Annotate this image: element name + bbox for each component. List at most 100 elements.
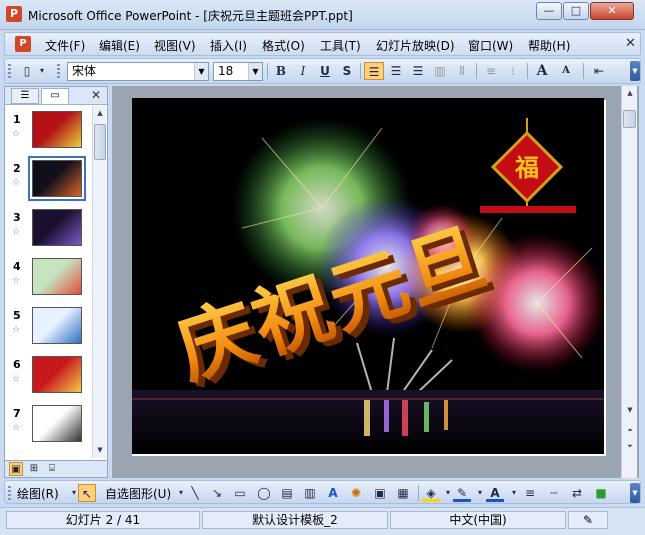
diagram-icon[interactable]: ✺ bbox=[347, 484, 365, 502]
current-slide[interactable]: 庆祝元旦 庆祝元旦 福 bbox=[132, 98, 604, 454]
slide-scrollbar[interactable]: ▲ ▼ ⏶ ⏷ bbox=[621, 86, 637, 478]
text-shadow-button[interactable]: S bbox=[337, 62, 357, 80]
align-center-icon[interactable]: ☰ bbox=[386, 62, 406, 80]
transition-star-icon: ☆ bbox=[12, 276, 21, 286]
toolbar-options-icon[interactable]: ▾ bbox=[37, 62, 47, 80]
view-buttons: ▣ ⊞ ⌸ bbox=[4, 460, 108, 478]
scroll-thumb[interactable] bbox=[94, 124, 106, 160]
slide-thumbnail[interactable] bbox=[32, 111, 82, 148]
chevron-down-icon[interactable]: ▼ bbox=[248, 63, 262, 80]
slide-sorter-view-icon[interactable]: ⊞ bbox=[27, 462, 41, 476]
decrease-indent-icon[interactable]: ⇤ bbox=[589, 62, 609, 80]
align-left-icon[interactable]: ☰ bbox=[364, 62, 384, 80]
decrease-font-size-button[interactable]: A bbox=[556, 62, 576, 80]
menu-edit[interactable]: 编辑(E) bbox=[99, 37, 140, 54]
menu-help[interactable]: 帮助(H) bbox=[528, 37, 570, 54]
toolbar-grip[interactable] bbox=[8, 64, 11, 80]
distribute-icon[interactable]: ▥ bbox=[430, 62, 450, 80]
toolbar-grip-2[interactable] bbox=[57, 64, 60, 80]
slideshow-view-icon[interactable]: ⌸ bbox=[45, 462, 59, 476]
font-size-select[interactable]: 18 ▼ bbox=[213, 62, 263, 81]
slide-thumbnail-row[interactable]: 4 ☆ bbox=[5, 256, 93, 300]
menu-insert[interactable]: 插入(I) bbox=[210, 37, 247, 54]
shadow-style-icon[interactable]: ■ bbox=[592, 484, 610, 502]
slide-thumbnail[interactable] bbox=[32, 307, 82, 344]
slide-number: 2 bbox=[13, 162, 21, 175]
slide-thumbnail[interactable] bbox=[32, 356, 82, 393]
slide-thumbnail-row[interactable]: 1 ☆ bbox=[5, 109, 93, 153]
insert-picture-icon[interactable]: ▦ bbox=[394, 484, 412, 502]
document-close-icon[interactable]: ✕ bbox=[625, 36, 636, 51]
slide-thumbnail[interactable] bbox=[32, 405, 82, 442]
bulleted-list-icon[interactable]: ⁝ bbox=[503, 62, 523, 80]
slide-thumbnail-row[interactable]: 3 ☆ bbox=[5, 207, 93, 251]
slide-thumbnail[interactable] bbox=[32, 258, 82, 295]
scroll-thumb[interactable] bbox=[623, 110, 636, 128]
rectangle-tool-icon[interactable]: ▭ bbox=[231, 484, 249, 502]
wordart-icon[interactable]: A bbox=[324, 484, 342, 502]
pane-close-icon[interactable]: ✕ bbox=[91, 88, 101, 102]
powerpoint-app-icon: P bbox=[6, 6, 22, 22]
bold-button[interactable]: B bbox=[271, 62, 291, 80]
normal-view-icon[interactable]: ▣ bbox=[9, 462, 23, 476]
next-slide-icon[interactable]: ⏷ bbox=[624, 440, 636, 452]
autoshapes-menu-button[interactable]: 自选图形(U) bbox=[105, 485, 171, 502]
chevron-down-icon[interactable]: ▼ bbox=[194, 63, 208, 80]
oval-tool-icon[interactable]: ◯ bbox=[255, 484, 273, 502]
menu-format[interactable]: 格式(O) bbox=[262, 37, 305, 54]
underline-button[interactable]: U bbox=[315, 62, 335, 80]
toolbar-overflow-button[interactable]: ▼ bbox=[630, 483, 640, 503]
line-tool-icon[interactable]: ╲ bbox=[186, 484, 204, 502]
menu-file[interactable]: 文件(F) bbox=[45, 37, 85, 54]
font-name-select[interactable]: 宋体 ▼ bbox=[67, 62, 209, 81]
toolbar-overflow-button[interactable]: ▼ bbox=[630, 61, 640, 81]
line-color-icon[interactable]: ✎ bbox=[453, 484, 471, 502]
slide-thumbnail-row[interactable]: 6 ☆ bbox=[5, 354, 93, 398]
italic-button[interactable]: I bbox=[293, 62, 313, 80]
fill-color-icon[interactable]: ◈ bbox=[422, 484, 440, 502]
numbered-list-icon[interactable]: ≡ bbox=[481, 62, 501, 80]
clip-art-icon[interactable]: ▣ bbox=[371, 484, 389, 502]
scroll-down-icon[interactable]: ▼ bbox=[624, 404, 636, 416]
vertical-text-icon[interactable]: ⦀ bbox=[452, 62, 472, 80]
pane-scrollbar[interactable]: ▲ ▼ bbox=[92, 106, 106, 458]
scroll-down-icon[interactable]: ▼ bbox=[94, 444, 106, 456]
slide-thumbnail-row[interactable]: 5 ☆ bbox=[5, 305, 93, 349]
font-name-value: 宋体 bbox=[72, 64, 97, 78]
line-style-icon[interactable]: ≡ bbox=[521, 484, 539, 502]
draw-menu-button[interactable]: 绘图(R) bbox=[17, 485, 59, 502]
menu-tools[interactable]: 工具(T) bbox=[320, 37, 361, 54]
slide-thumbnail[interactable] bbox=[32, 209, 82, 246]
document-icon[interactable]: P bbox=[15, 36, 31, 52]
font-size-value: 18 bbox=[218, 64, 234, 78]
menu-view[interactable]: 视图(V) bbox=[154, 37, 196, 54]
scroll-up-icon[interactable]: ▲ bbox=[94, 107, 106, 119]
text-box-icon[interactable]: ▤ bbox=[278, 484, 296, 502]
slide-number: 3 bbox=[13, 211, 21, 224]
align-right-icon[interactable]: ☰ bbox=[408, 62, 428, 80]
slide-thumbnail[interactable] bbox=[28, 156, 86, 201]
arrow-tool-icon[interactable]: ↘ bbox=[208, 484, 226, 502]
slide-thumbnail-row[interactable]: 2 ☆ bbox=[5, 156, 93, 202]
vertical-text-box-icon[interactable]: ▥ bbox=[301, 484, 319, 502]
increase-font-size-button[interactable]: A bbox=[532, 62, 552, 80]
arrow-style-icon[interactable]: ⇄ bbox=[568, 484, 586, 502]
previous-slide-icon[interactable]: ⏶ bbox=[624, 424, 636, 436]
tab-slides[interactable]: ▭ bbox=[41, 88, 69, 104]
maximize-button[interactable]: □ bbox=[563, 2, 589, 20]
font-color-icon[interactable]: A bbox=[486, 484, 504, 502]
minimize-button[interactable]: — bbox=[536, 2, 562, 20]
menu-window[interactable]: 窗口(W) bbox=[468, 37, 513, 54]
separator bbox=[583, 63, 584, 79]
dash-style-icon[interactable]: ┄ bbox=[545, 484, 563, 502]
scroll-up-icon[interactable]: ▲ bbox=[624, 87, 636, 99]
toolbar-grip[interactable] bbox=[8, 486, 11, 502]
menu-slideshow[interactable]: 幻灯片放映(D) bbox=[376, 37, 455, 54]
spelling-check-icon[interactable]: ✎ bbox=[568, 511, 608, 529]
slide-thumbnail-row[interactable]: 7 ☆ bbox=[5, 403, 93, 447]
close-button[interactable]: ✕ bbox=[590, 2, 634, 20]
tab-outline[interactable]: ☰ bbox=[11, 88, 39, 104]
transition-star-icon: ☆ bbox=[12, 129, 21, 139]
select-objects-icon[interactable]: ↖ bbox=[78, 484, 96, 502]
new-document-icon[interactable]: ▯ bbox=[17, 62, 37, 80]
